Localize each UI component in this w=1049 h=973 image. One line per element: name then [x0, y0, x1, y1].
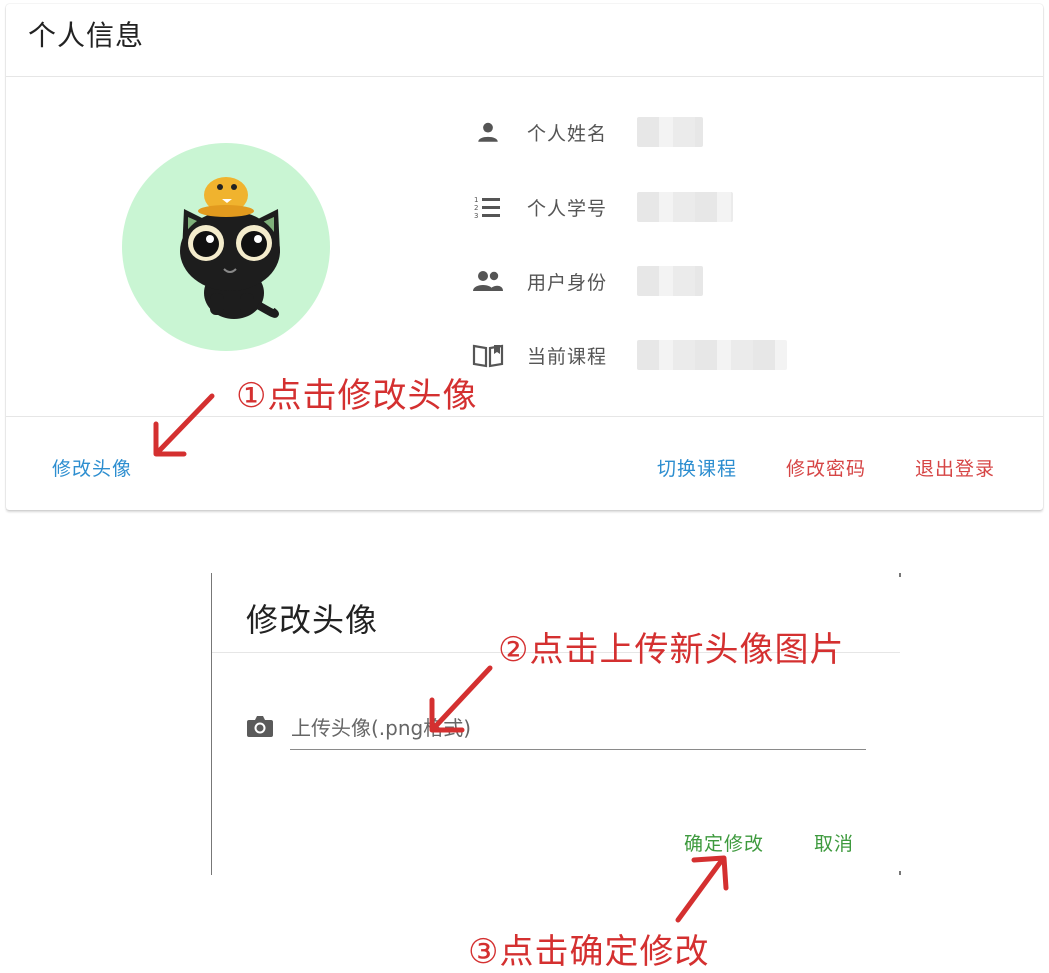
change-avatar-dialog: 修改头像 上传头像(.png格式) 确定修改 取消	[211, 573, 901, 875]
dialog-title: 修改头像	[246, 601, 379, 639]
annotation-step3: ③点击确定修改	[468, 932, 710, 972]
divider	[6, 76, 1043, 77]
info-row-student-id: 1 2 3 个人学号	[471, 190, 733, 224]
logout-button[interactable]: 退出登录	[915, 454, 995, 481]
avatar-cat-icon	[180, 177, 280, 319]
name-value-redacted	[637, 117, 703, 147]
annotation-step1: ①点击修改头像	[236, 376, 478, 416]
svg-text:2: 2	[474, 204, 478, 212]
profile-card-title: 个人信息	[28, 19, 145, 52]
annotation-arrow-icon	[429, 665, 493, 733]
student-id-value-redacted	[637, 192, 733, 222]
svg-text:3: 3	[474, 212, 478, 220]
person-icon	[471, 115, 505, 149]
annotation-step2: ②点击上传新头像图片	[498, 630, 845, 670]
annotation-arrow-icon	[153, 393, 215, 457]
svg-text:1: 1	[474, 196, 478, 204]
book-icon	[471, 338, 505, 372]
course-value-redacted	[637, 340, 787, 370]
upload-avatar-input[interactable]: 上传头像(.png格式)	[290, 709, 866, 750]
info-row-course: 当前课程	[471, 338, 787, 372]
role-value-redacted	[637, 266, 703, 296]
info-label-name: 个人姓名	[527, 122, 608, 145]
numbered-list-icon: 1 2 3	[471, 190, 505, 224]
cancel-button[interactable]: 取消	[814, 829, 854, 856]
avatar	[122, 143, 330, 351]
change-password-button[interactable]: 修改密码	[786, 454, 866, 481]
info-label-role: 用户身份	[527, 271, 608, 294]
people-icon	[471, 264, 505, 298]
info-row-name: 个人姓名	[471, 115, 703, 149]
annotation-arrow-icon	[675, 855, 729, 923]
info-label-course: 当前课程	[527, 345, 608, 368]
change-avatar-button[interactable]: 修改头像	[52, 454, 132, 481]
camera-icon	[246, 714, 274, 742]
info-row-role: 用户身份	[471, 264, 703, 298]
switch-course-button[interactable]: 切换课程	[657, 454, 737, 481]
info-label-student-id: 个人学号	[527, 197, 608, 220]
